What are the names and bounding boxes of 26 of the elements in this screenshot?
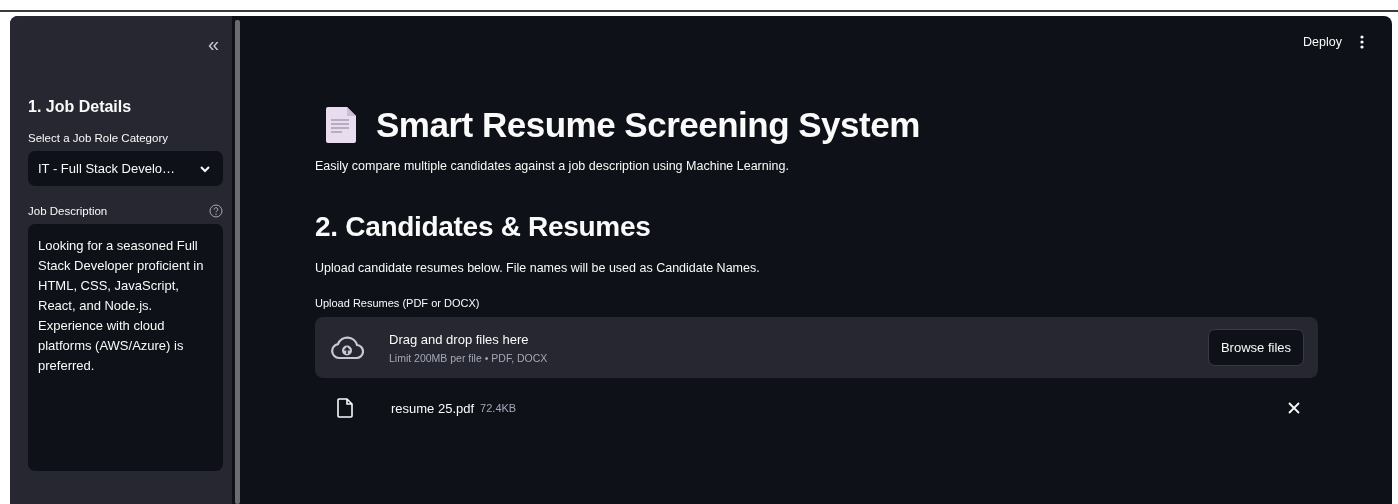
deploy-button[interactable]: Deploy (1303, 35, 1342, 49)
job-role-dropdown[interactable]: IT - Full Stack Develo… (28, 151, 223, 186)
sidebar-heading: 1. Job Details (28, 98, 133, 116)
scrollbar[interactable] (235, 20, 240, 504)
upload-limit-text: Limit 200MB per file • PDF, DOCX (389, 351, 549, 364)
help-icon[interactable] (209, 204, 223, 218)
file-name: resume 25.pdf (391, 400, 475, 416)
field-label: Job Description (28, 205, 108, 217)
section-description: Upload candidate resumes below. File names will be used as Candidate Names. (315, 261, 761, 275)
collapse-sidebar-button[interactable]: « (203, 34, 223, 54)
document-icon (326, 107, 356, 143)
chevron-down-icon (199, 164, 211, 173)
page-subtitle: Easily compare multiple candidates against a job description using Machine Learning. (315, 159, 790, 173)
menu-icon[interactable] (1360, 35, 1364, 49)
cloud-upload-icon (330, 335, 364, 360)
field-label: Select a Job Role Category (28, 132, 169, 144)
browse-files-button[interactable]: Browse files (1207, 329, 1304, 366)
uploader-label: Upload Resumes (PDF or DOCX) (315, 297, 481, 309)
file-drop-zone[interactable]: Drag and drop files here Limit 200MB per file • PDF, DOCX Browse files (315, 317, 1318, 378)
section-heading: 2. Candidates & Resumes (315, 211, 652, 243)
job-description-field[interactable]: Looking for a seasoned Full Stack Developer proficient in HTML, CSS, JavaScript, React, and Node.js. Experience with cloud platforms (AWS/Azure) is preferred. (28, 224, 223, 471)
drop-instruction: Drag and drop files here (389, 331, 530, 347)
page-title: Smart Resume Screening System (376, 105, 920, 145)
file-size: 72.4KB (480, 402, 517, 414)
close-icon[interactable] (1288, 402, 1300, 414)
file-icon (337, 398, 353, 418)
